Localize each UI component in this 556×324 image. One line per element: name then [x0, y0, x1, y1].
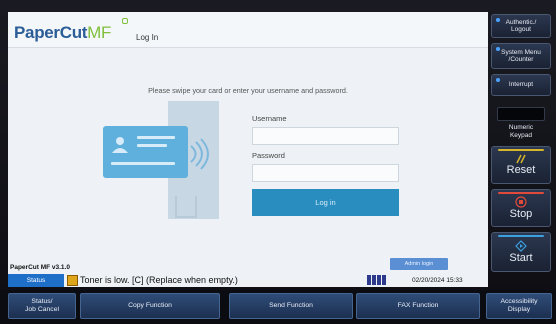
start-button[interactable]: Start [491, 232, 551, 272]
interrupt-label: Interrupt [508, 81, 534, 89]
app-header: PaperCutMF Log In [8, 12, 488, 48]
copy-function-button[interactable]: Copy Function [80, 293, 220, 319]
username-label: Username [252, 114, 287, 123]
papercut-screen: PaperCutMF Log In Please swipe your card… [8, 12, 488, 286]
card-icon [103, 126, 188, 178]
memory-icon [367, 275, 386, 285]
stop-accent [498, 192, 544, 194]
admin-login-button[interactable]: Admin login [390, 258, 448, 270]
status-button[interactable]: Status [8, 274, 64, 287]
numeric-keypad-button[interactable]: Numeric Keypad [491, 124, 551, 140]
reset-icon [516, 154, 526, 164]
reset-button[interactable]: Reset [491, 146, 551, 184]
interrupt-button[interactable]: Interrupt [491, 74, 551, 96]
card-line [137, 136, 175, 139]
version-label: PaperCut MF v3.1.0 [10, 264, 70, 271]
system-menu-label: System Menu /Counter [501, 48, 541, 63]
keypad-slot [497, 107, 545, 121]
username-field[interactable] [252, 127, 399, 145]
wireless-icon [190, 138, 209, 170]
stop-button[interactable]: Stop [491, 189, 551, 227]
start-accent [498, 235, 544, 237]
indicator-icon [496, 78, 500, 82]
fax-function-button[interactable]: FAX Function [356, 293, 480, 319]
auth-logout-label: Authentic./ Logout [505, 18, 537, 33]
stop-icon [515, 196, 527, 208]
login-button[interactable]: Log in [252, 189, 399, 216]
reset-accent [498, 149, 544, 151]
password-field[interactable] [252, 164, 399, 182]
card-line [111, 162, 175, 165]
accessibility-display-button[interactable]: Accessibility Display [486, 293, 552, 319]
person-icon [112, 137, 128, 153]
start-label: Start [509, 252, 533, 264]
stop-label: Stop [509, 208, 533, 220]
logo-text: PaperCut [14, 23, 88, 42]
authentication-logout-button[interactable]: Authentic./ Logout [491, 14, 551, 38]
status-job-cancel-button[interactable]: Status/ Job Cancel [8, 293, 76, 319]
papercut-logo: PaperCutMF [14, 23, 111, 43]
toner-icon [67, 275, 78, 286]
indicator-icon [496, 47, 500, 51]
card-line [137, 144, 167, 147]
logo-mf: MF [87, 23, 112, 42]
system-menu-button[interactable]: System Menu /Counter [491, 43, 551, 69]
reset-label: Reset [506, 164, 536, 176]
indicator-icon [496, 18, 500, 22]
toner-message: Toner is low. [C] (Replace when empty.) [80, 275, 238, 285]
page-title: Log In [136, 33, 159, 42]
send-function-button[interactable]: Send Function [229, 293, 353, 319]
card-reader-stand [175, 196, 197, 218]
password-label: Password [252, 151, 285, 160]
date-time: 02/20/2024 15:33 [412, 277, 463, 284]
login-prompt: Please swipe your card or enter your use… [148, 86, 348, 95]
logo-mark-icon [122, 18, 128, 24]
start-icon [515, 240, 527, 252]
